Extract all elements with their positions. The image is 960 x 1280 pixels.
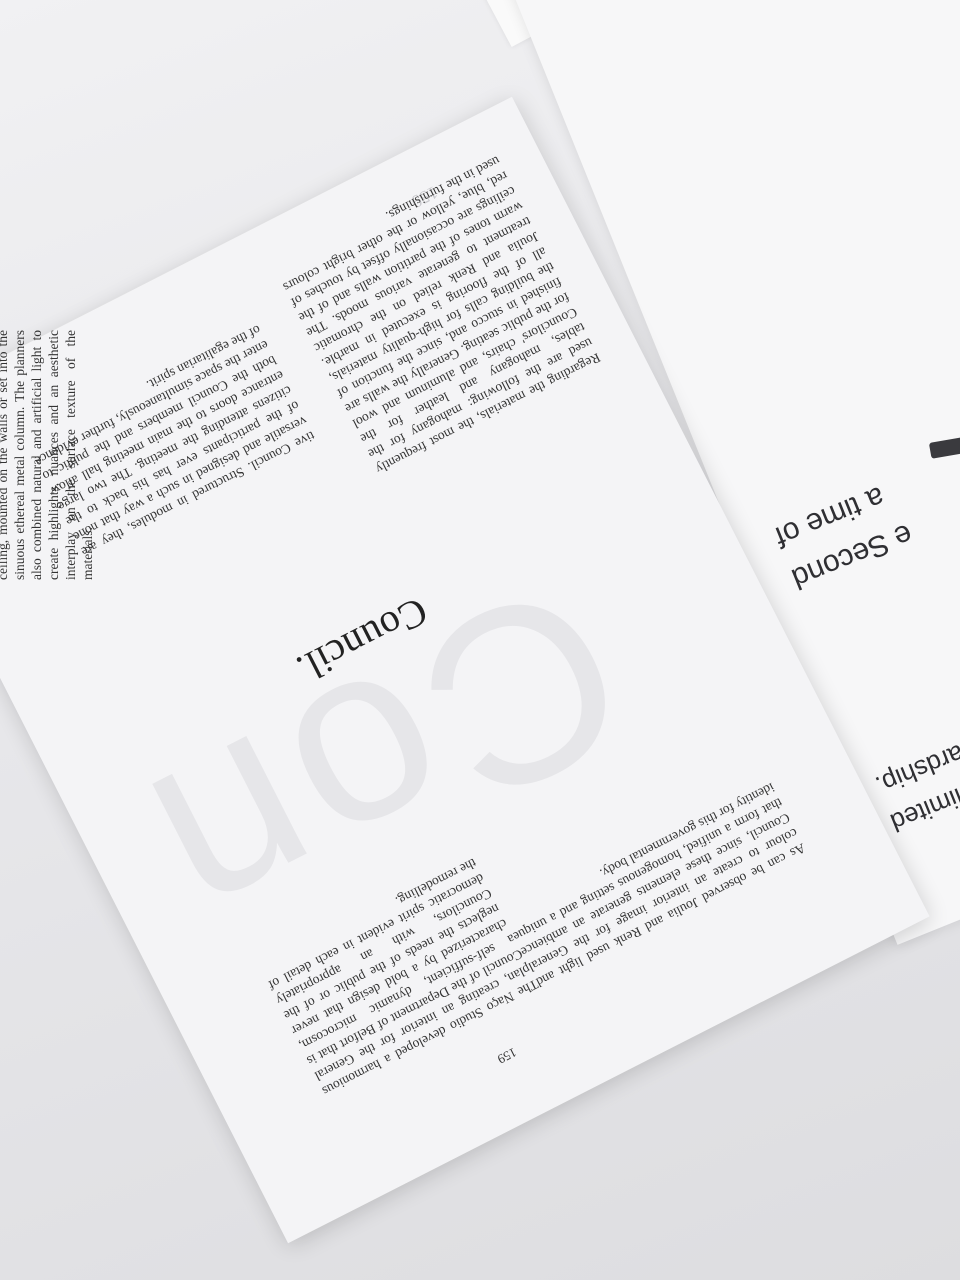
page-number: 159: [495, 1044, 520, 1068]
column-d: Regarding the materials, the most freque…: [280, 153, 603, 477]
column-left: available natural light. Where natural l…: [0, 330, 95, 580]
